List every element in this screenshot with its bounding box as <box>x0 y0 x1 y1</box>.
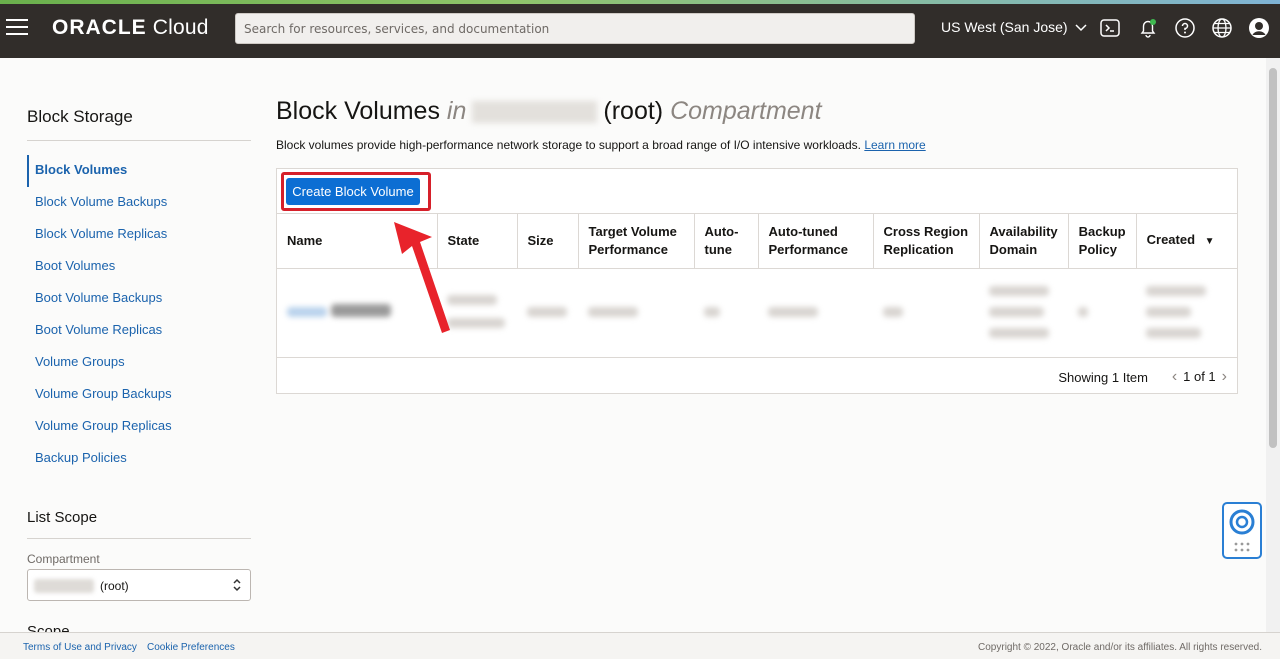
cell-replication-redacted <box>873 268 979 358</box>
table-footer: Showing 1 Item ‹ 1 of 1 › <box>277 358 1237 394</box>
sidebar-item-volume-group-backups[interactable]: Volume Group Backups <box>27 379 251 411</box>
globe-icon[interactable] <box>1211 17 1233 39</box>
logo-cloud: Cloud <box>152 16 209 39</box>
compartment-name-redacted <box>472 101 598 124</box>
cell-size-redacted <box>517 268 578 358</box>
cell-name-redacted[interactable] <box>277 268 437 358</box>
cell-auto-tuned-performance-redacted <box>758 268 873 358</box>
logo-oracle: ORACLE <box>52 16 147 39</box>
bell-icon[interactable] <box>1137 17 1159 39</box>
sidebar-item-volume-groups[interactable]: Volume Groups <box>27 347 251 379</box>
page-scrollbar[interactable] <box>1266 58 1280 632</box>
column-header-name[interactable]: Name <box>277 214 438 269</box>
title-root: (root) <box>603 97 664 125</box>
sidebar-item-block-volume-backups[interactable]: Block Volume Backups <box>27 187 251 219</box>
table-row[interactable] <box>277 268 1237 358</box>
column-header-availability-domain[interactable]: Availability Domain <box>979 214 1069 269</box>
help-widget[interactable] <box>1222 502 1262 559</box>
column-header-backup-policy[interactable]: Backup Policy <box>1068 214 1137 269</box>
sidebar-title: Block Storage <box>27 100 251 141</box>
brand-stripe <box>0 0 1280 4</box>
showing-count: Showing 1 Item <box>1058 369 1148 385</box>
page-indicator: 1 of 1 <box>1183 369 1216 384</box>
compartment-select[interactable]: (root) <box>27 569 251 601</box>
table-header-row: Name State Size Target Volume Performanc… <box>277 214 1237 269</box>
column-header-cross-region-replication[interactable]: Cross Region Replication <box>873 214 980 269</box>
cell-auto-tune-redacted <box>694 268 758 358</box>
title-block-volumes: Block Volumes <box>276 97 440 125</box>
search-input[interactable] <box>235 13 915 44</box>
compartment-name-redacted <box>34 579 94 593</box>
cell-state-redacted <box>437 268 517 358</box>
list-scope-title: List Scope <box>27 509 251 539</box>
chevron-down-icon <box>1075 19 1087 35</box>
sidebar-item-block-volume-replicas[interactable]: Block Volume Replicas <box>27 219 251 251</box>
page-title: Block Volumes in (root) Compartment <box>276 97 1238 126</box>
sidebar: Block Storage Block Volumes Block Volume… <box>27 100 251 640</box>
main-content: Block Volumes in (root) Compartment Block… <box>276 97 1238 394</box>
cell-backup-policy-redacted <box>1068 268 1137 358</box>
description-text: Block volumes provide high-performance n… <box>276 138 861 152</box>
column-header-state[interactable]: State <box>437 214 518 269</box>
user-icon[interactable] <box>1248 17 1270 39</box>
previous-page-icon[interactable]: ‹ <box>1172 368 1177 386</box>
cookie-preferences-link[interactable]: Cookie Preferences <box>147 642 235 653</box>
column-header-created[interactable]: Created ▼ <box>1136 214 1237 269</box>
created-label: Created <box>1146 231 1196 247</box>
lifebuoy-icon <box>1229 509 1255 552</box>
terms-link[interactable]: Terms of Use and Privacy <box>23 642 137 653</box>
help-icon[interactable] <box>1174 17 1196 39</box>
volumes-table: Name State Size Target Volume Performanc… <box>277 214 1237 358</box>
volumes-table-panel: Create Block Volume Name State Size Targ… <box>276 168 1238 394</box>
oracle-cloud-logo[interactable]: ORACLE Cloud <box>52 16 209 40</box>
compartment-label: Compartment <box>27 552 100 566</box>
top-navigation-bar: ORACLE Cloud US West (San Jose) <box>0 0 1280 58</box>
next-page-icon[interactable]: › <box>1222 368 1227 386</box>
sidebar-item-block-volumes[interactable]: Block Volumes <box>27 155 251 187</box>
column-header-auto-tuned-performance[interactable]: Auto-tuned Performance <box>758 214 874 269</box>
cell-availability-domain-redacted <box>979 268 1069 358</box>
footer-bar: Terms of Use and Privacy Cookie Preferen… <box>0 632 1280 659</box>
table-toolbar: Create Block Volume <box>277 169 1237 214</box>
sidebar-item-boot-volume-backups[interactable]: Boot Volume Backups <box>27 283 251 315</box>
sort-descending-icon: ▼ <box>1204 235 1215 247</box>
compartment-value: (root) <box>100 579 129 593</box>
sidebar-nav: Block Volumes Block Volume Backups Block… <box>27 155 251 475</box>
region-selector[interactable]: US West (San Jose) <box>941 19 1087 35</box>
page-description: Block volumes provide high-performance n… <box>276 138 1238 152</box>
column-header-auto-tune[interactable]: Auto-tune <box>694 214 759 269</box>
sidebar-item-backup-policies[interactable]: Backup Policies <box>27 443 251 475</box>
sidebar-item-boot-volumes[interactable]: Boot Volumes <box>27 251 251 283</box>
sidebar-item-volume-group-replicas[interactable]: Volume Group Replicas <box>27 411 251 443</box>
copyright-text: Copyright © 2022, Oracle and/or its affi… <box>978 642 1262 653</box>
title-compartment: Compartment <box>670 97 822 125</box>
region-label: US West (San Jose) <box>941 19 1068 35</box>
learn-more-link[interactable]: Learn more <box>864 138 925 152</box>
create-block-volume-button[interactable]: Create Block Volume <box>286 178 420 205</box>
column-header-target-volume-performance[interactable]: Target Volume Performance <box>578 214 695 269</box>
select-arrows-icon <box>232 576 242 596</box>
title-in: in <box>446 97 467 125</box>
sidebar-item-boot-volume-replicas[interactable]: Boot Volume Replicas <box>27 315 251 347</box>
cloud-shell-icon[interactable] <box>1099 17 1121 39</box>
scrollbar-thumb[interactable] <box>1269 68 1277 448</box>
pagination: ‹ 1 of 1 › <box>1172 368 1227 386</box>
menu-icon[interactable] <box>6 19 28 37</box>
column-header-size[interactable]: Size <box>517 214 579 269</box>
cell-created-redacted <box>1136 268 1237 358</box>
cell-target-performance-redacted <box>578 268 694 358</box>
